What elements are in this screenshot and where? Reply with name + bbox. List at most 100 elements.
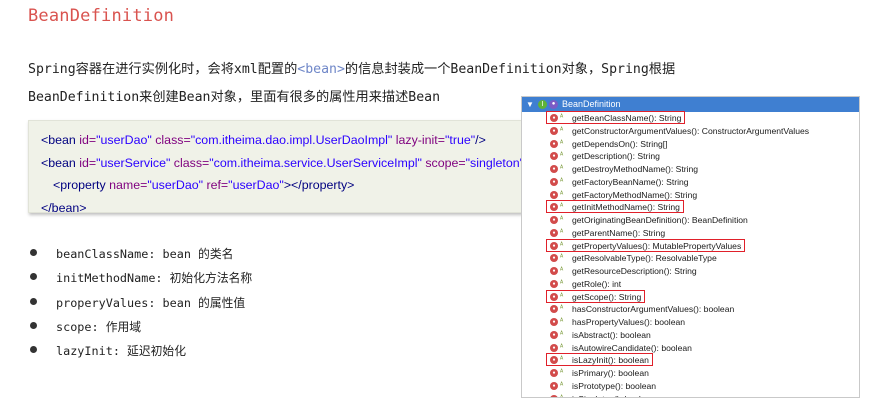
abstract-marker-icon: ᴬ [560,369,564,376]
method-row[interactable]: ● ᴬ getDependsOn(): String[] [522,138,859,151]
method-signature: getDescription(): String [572,151,660,162]
code-line-2: <bean id="userService" class="com.itheim… [41,152,531,175]
method-signature: getOriginatingBeanDefinition(): BeanDefi… [572,215,748,225]
code-tag: /> [475,133,486,147]
outline-title: BeanDefinition [562,99,621,109]
interface-icon: I [538,100,547,109]
method-row[interactable]: ● ᴬ getDestroyMethodName(): String [522,163,859,176]
page-title: BeanDefinition [28,6,175,26]
code-line-3: <property name="userDao" ref="userDao"><… [41,174,521,197]
abstract-marker-icon: ᴬ [560,267,564,274]
abstract-marker-icon: ᴬ [560,216,564,223]
outline-header-row[interactable]: ▼ I ● BeanDefinition [522,97,859,112]
code-line-1: <bean id="userDao" class="com.itheima.da… [41,129,521,152]
abstract-marker-icon: ᴬ [560,254,564,262]
public-method-icon: ● [550,305,558,314]
intro-line-1: Spring容器在进行实例化时，会将xml配置的<bean>的信息封装成一个Be… [28,58,675,77]
outline-panel[interactable]: ▼ I ● BeanDefinition ● ᴬ getBeanClassName(… [521,96,860,398]
xml-code-block: <bean id="userDao" class="com.itheima.da… [28,120,531,215]
method-row[interactable]: ● ᴬ getOriginatingBeanDefinition(): BeanDe… [522,214,859,227]
method-row[interactable]: ● ᴬ getScope(): String [522,289,859,304]
highlight-box [546,111,685,124]
abstract-marker-icon: ᴬ [560,126,564,134]
method-signature: isPrototype(): boolean [572,380,657,391]
method-row[interactable]: ● ᴬ hasPropertyValues(): boolean [522,316,859,329]
intro-line-2: BeanDefinition来创建Bean对象，里面有很多的属性用来描述Bean [28,90,441,105]
bullet-icon [30,249,37,256]
method-row[interactable]: ● ᴬ isPrototype(): boolean [522,380,859,393]
public-method-icon: ● [550,343,558,352]
code-attr: ref= [203,178,229,192]
code-value: "com.itheima.service.UserServiceImpl" [209,155,422,170]
abstract-marker-icon: ᴬ [560,177,564,185]
code-tag: ></property> [283,178,355,192]
public-method-icon: ● [550,216,558,224]
list-item-text: lazyInit: 延迟初始化 [56,344,187,359]
public-method-icon: ● [550,267,558,275]
list-item-text: beanClassName: bean 的类名 [56,247,234,261]
method-row[interactable]: ● ᴬ getFactoryBeanName(): String [522,176,859,189]
method-signature: isAbstract(): boolean [572,329,651,340]
abstract-marker-icon: ᴬ [560,305,564,313]
public-method-icon: ● [550,228,558,237]
method-row[interactable]: ● ᴬ getInitMethodName(): String [522,200,859,214]
highlight-box [546,200,684,214]
code-tag: <property [53,178,106,192]
highlight-box [546,238,745,252]
code-attr: class= [170,155,210,170]
method-signature: hasPropertyValues(): boolean [572,317,686,327]
abstract-marker-icon: ᴬ [560,165,564,172]
abstract-marker-icon: ᴬ [560,394,564,398]
method-row[interactable]: ● ᴬ getResolvableType(): ResolvableType [522,252,859,265]
method-signature: getFactoryBeanName(): String [572,176,689,187]
method-row[interactable]: ● ᴬ hasConstructorArgumentValues(): boolea… [522,303,859,316]
code-value: "userDao" [96,133,152,147]
highlight-box [546,353,653,367]
code-value: "true" [445,133,476,147]
code-attr: lazy-init= [392,133,445,147]
method-row[interactable]: ● ᴬ getConstructorArgumentValues(): Constr… [522,125,859,138]
public-method-icon: ● [550,279,558,288]
method-signature: isSingleton(): boolean [572,393,655,398]
code-value: "com.itheima.dao.impl.UserDaoImpl" [190,133,393,147]
code-line-4: </bean> [41,197,521,220]
method-list: ● ᴬ getBeanClassName(): String ● ᴬ getConstru… [522,111,859,398]
code-value: "userDao" [228,178,284,192]
method-row[interactable]: ● ᴬ isAbstract(): boolean [522,329,859,342]
bullet-icon [30,297,37,305]
method-signature: getDestroyMethodName(): String [572,164,699,174]
method-row[interactable]: ● ᴬ getResourceDescription(): String [522,265,859,278]
public-method-icon: ● [550,318,558,326]
code-tag: <bean [41,133,76,147]
method-row[interactable]: ●ᴬ isSingleton(): boolean [522,393,859,398]
code-attr: id= [75,155,97,170]
method-signature: getResolvableType(): ResolvableType [572,253,717,264]
bean-tag-inline: <bean> [297,62,345,77]
method-row[interactable]: ● ᴬ getBeanClassName(): String [522,111,859,125]
method-row[interactable]: ● ᴬ getDescription(): String [522,150,859,163]
abstract-marker-icon: ᴬ [560,139,564,147]
code-attr: id= [75,133,97,147]
collapse-arrow-icon[interactable]: ▼ [526,97,534,112]
intro-text-b: 的信息封装成一个BeanDefinition对象，Spring根据 [344,62,676,77]
bullet-icon [30,346,37,354]
abstract-marker-icon: ᴬ [560,152,564,160]
method-row[interactable]: ● ᴬ isLazyInit(): boolean [522,353,859,367]
code-attr: name= [105,178,148,192]
public-method-icon: ● [550,165,558,173]
method-row[interactable]: ● ᴬ getPropertyValues(): MutablePropertyVa… [522,238,859,253]
method-row[interactable]: ● ᴬ isPrimary(): boolean [522,367,859,380]
code-tag: <bean [41,155,76,170]
code-attr: scope= [421,155,466,170]
public-method-icon: ● [550,139,558,148]
public-method-icon: ● [550,254,558,263]
code-attr: class= [151,133,191,147]
method-signature: getResourceDescription(): String [572,266,697,276]
code-value: "userService" [96,155,171,170]
abstract-marker-icon: ᴬ [560,318,564,325]
bullet-icon [30,321,37,329]
list-item-text: properyValues: bean 的属性值 [56,295,246,310]
method-signature: isPrimary(): boolean [572,368,649,378]
interface-badge-icon: ● [549,100,558,109]
public-method-icon: ● [550,177,558,186]
